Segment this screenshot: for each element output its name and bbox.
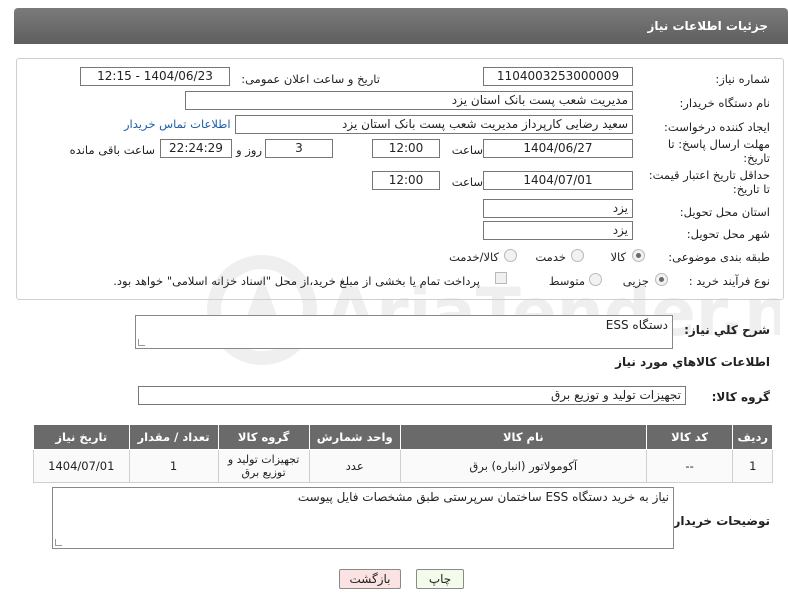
goods-group-label: گروه کالا: xyxy=(711,390,770,404)
description-text: دستگاه ESS xyxy=(605,318,668,332)
print-button[interactable]: چاپ xyxy=(416,569,464,589)
remaining-label: ساعت باقی مانده xyxy=(69,143,155,157)
col-header-code: کد کالا xyxy=(645,424,734,450)
reply-deadline-label-2: تاریخ: xyxy=(743,151,770,165)
reply-date-field[interactable]: 1404/06/27 xyxy=(483,139,633,158)
cell-name: آکومولاتور (انباره) برق xyxy=(399,449,647,483)
category-label: طبقه بندی موضوعی: xyxy=(668,250,770,264)
cell-date: 1404/07/01 xyxy=(33,449,130,483)
buyer-notes-label: توضیحات خریدار: xyxy=(668,514,770,528)
need-number-label: شماره نیاز: xyxy=(715,72,770,86)
reply-time-label: ساعت xyxy=(451,143,483,157)
col-header-date: تاریخ نیاز xyxy=(33,424,130,450)
col-header-name: نام کالا xyxy=(399,424,647,450)
goods-table-header: ردیف کد کالا نام کالا واحد شمارش گروه کا… xyxy=(33,424,773,450)
back-button[interactable]: بازگشت xyxy=(339,569,401,589)
price-date-field[interactable]: 1404/07/01 xyxy=(483,171,633,190)
cell-group: تجهیزات تولید و توزیع برق xyxy=(217,449,310,483)
buyer-org-label: نام دستگاه خریدار: xyxy=(679,96,770,110)
process-option-medium: متوسط xyxy=(548,274,585,288)
cell-unit: عدد xyxy=(308,449,401,483)
city-label: شهر محل تحویل: xyxy=(686,227,770,241)
buyer-notes-field[interactable]: نیاز به خرید دستگاه ESS ساختمان سرپرستی … xyxy=(52,487,674,549)
page-title: جزئیات اطلاعات نیاز xyxy=(647,19,768,33)
announce-label: تاریخ و ساعت اعلان عمومی: xyxy=(241,72,380,86)
buyer-org-field[interactable]: مدیریت شعب پست بانک استان یزد xyxy=(185,91,633,110)
category-radio-goods-service[interactable] xyxy=(504,249,517,262)
process-option-minor: جزیی xyxy=(622,274,649,288)
cell-code: -- xyxy=(645,449,734,483)
description-label: شرح کلي نياز: xyxy=(684,323,770,337)
days-field[interactable]: 3 xyxy=(265,139,333,158)
col-header-group: گروه کالا xyxy=(217,424,310,450)
description-field[interactable]: دستگاه ESS xyxy=(135,315,673,349)
table-row[interactable]: 1 -- آکومولاتور (انباره) برق عدد تجهیزات… xyxy=(33,449,773,483)
price-deadline-label: حداقل تاریخ اعتبار قیمت: xyxy=(648,168,770,182)
buyer-notes-text: نیاز به خرید دستگاه ESS ساختمان سرپرستی … xyxy=(297,490,669,504)
cell-row-number: 1 xyxy=(732,449,773,483)
price-time-field[interactable]: 12:00 xyxy=(372,171,440,190)
cell-qty: 1 xyxy=(128,449,219,483)
category-option-service: خدمت xyxy=(535,250,566,264)
price-deadline-label-2: تا تاریخ: xyxy=(732,182,770,196)
resize-grip-icon[interactable] xyxy=(55,539,62,546)
col-header-row: ردیف xyxy=(732,424,773,450)
reply-time-field[interactable]: 12:00 xyxy=(372,139,440,158)
requester-label: ایجاد کننده درخواست: xyxy=(664,120,770,134)
need-number-field[interactable]: 1104003253000009 xyxy=(483,67,633,86)
process-label: نوع فرآیند خرید : xyxy=(688,274,770,288)
col-header-unit: واحد شمارش xyxy=(308,424,401,450)
category-radio-service[interactable] xyxy=(571,249,584,262)
days-label: روز و xyxy=(236,143,262,157)
process-radio-minor[interactable] xyxy=(655,273,668,286)
header-bar: جزئیات اطلاعات نیاز xyxy=(14,8,788,44)
process-radio-medium[interactable] xyxy=(589,273,602,286)
goods-section-title: اطلاعات کالاهاي مورد نياز xyxy=(615,355,770,369)
payment-note: پرداخت تمام یا بخشی از مبلغ خرید،از محل … xyxy=(113,274,480,288)
buyer-contact-link[interactable]: اطلاعات تماس خریدار xyxy=(124,117,231,131)
announce-date-field[interactable]: 1404/06/23 - 12:15 xyxy=(80,67,230,86)
category-radio-goods[interactable] xyxy=(632,249,645,262)
category-option-goods: کالا xyxy=(610,250,626,264)
col-header-qty: تعداد / مقدار xyxy=(128,424,219,450)
province-label: استان محل تحویل: xyxy=(679,205,770,219)
reply-deadline-label: مهلت ارسال پاسخ: تا xyxy=(667,137,770,151)
remaining-time-field[interactable]: 22:24:29 xyxy=(160,139,232,158)
requester-field[interactable]: سعید رضایی کارپرداز مدیریت شعب پست بانک … xyxy=(235,115,633,134)
resize-grip-icon[interactable] xyxy=(138,339,145,346)
treasury-payment-checkbox[interactable] xyxy=(495,272,507,284)
price-time-label: ساعت xyxy=(451,175,483,189)
category-option-goods-service: کالا/خدمت xyxy=(448,250,499,264)
goods-table: ردیف کد کالا نام کالا واحد شمارش گروه کا… xyxy=(33,424,773,483)
province-field[interactable]: یزد xyxy=(483,199,633,218)
city-field[interactable]: یزد xyxy=(483,221,633,240)
goods-group-field[interactable]: تجهیزات تولید و توزیع برق xyxy=(138,386,686,405)
